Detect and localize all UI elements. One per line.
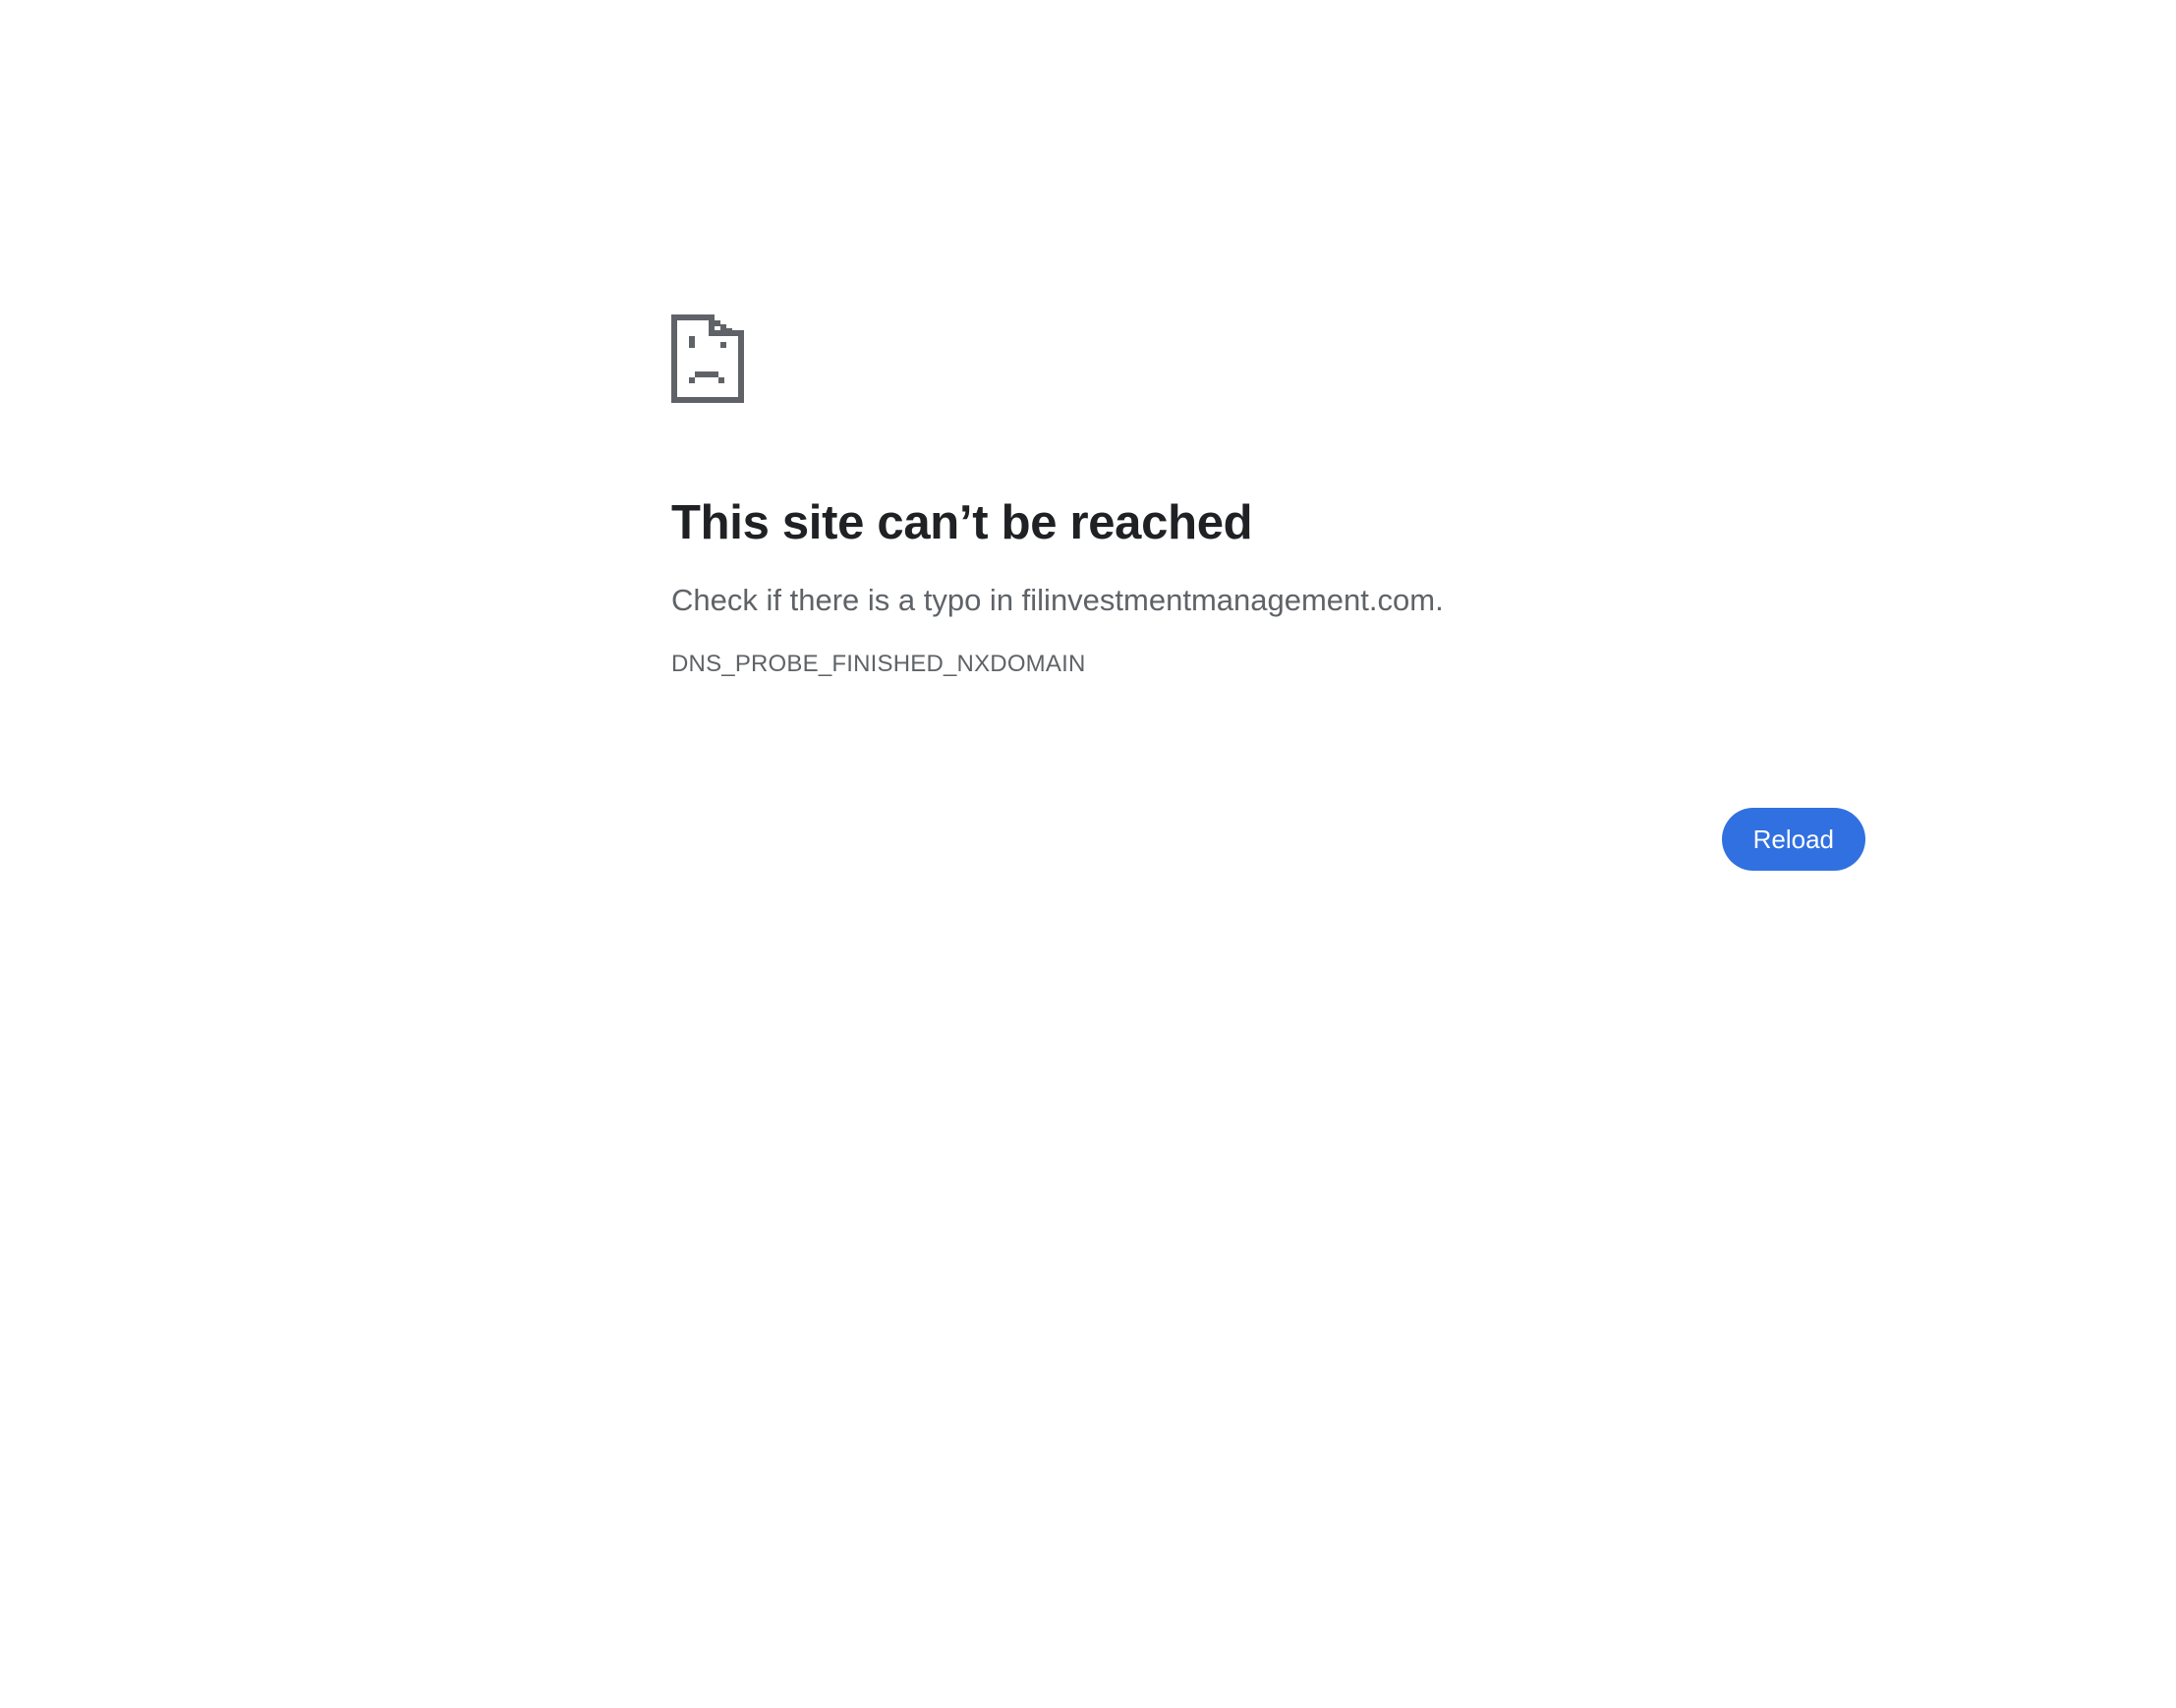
sad-document-icon <box>671 314 744 403</box>
button-row: Reload <box>671 808 1865 871</box>
reload-button[interactable]: Reload <box>1721 808 1865 871</box>
error-code: DNS_PROBE_FINISHED_NXDOMAIN <box>671 651 1086 677</box>
error-suggestion: Check if there is a typo in filinvestmen… <box>671 583 1444 617</box>
error-page: This site can’t be reached Check if ther… <box>0 0 2176 1708</box>
error-content: This site can’t be reached Check if ther… <box>671 314 1865 871</box>
error-title: This site can’t be reached <box>671 496 1253 549</box>
